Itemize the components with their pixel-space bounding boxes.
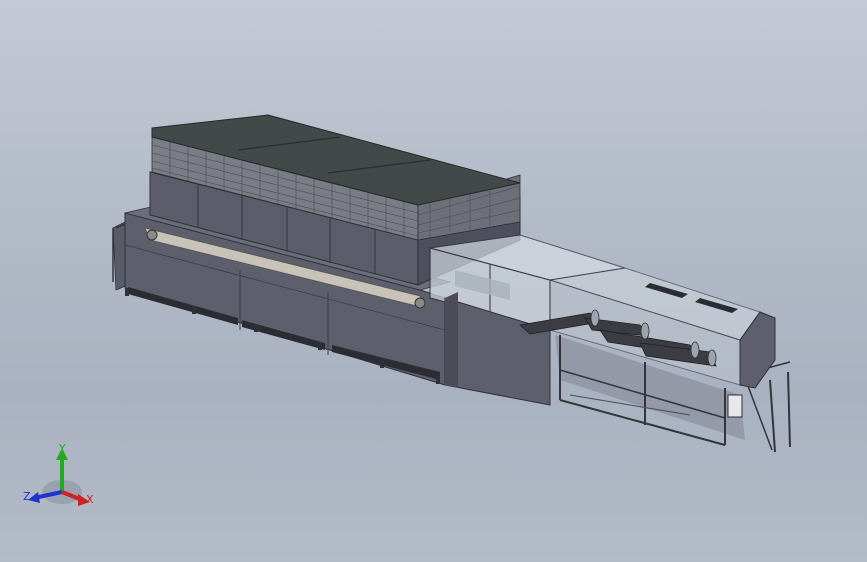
y-axis-label: Y [58, 442, 66, 455]
coordinate-triad-icon: Y Z X [20, 440, 100, 520]
z-axis-label: Z [23, 490, 31, 503]
machine-model[interactable] [0, 0, 867, 562]
3d-viewport[interactable]: Y Z X [0, 0, 867, 562]
x-axis-label: X [86, 493, 94, 506]
